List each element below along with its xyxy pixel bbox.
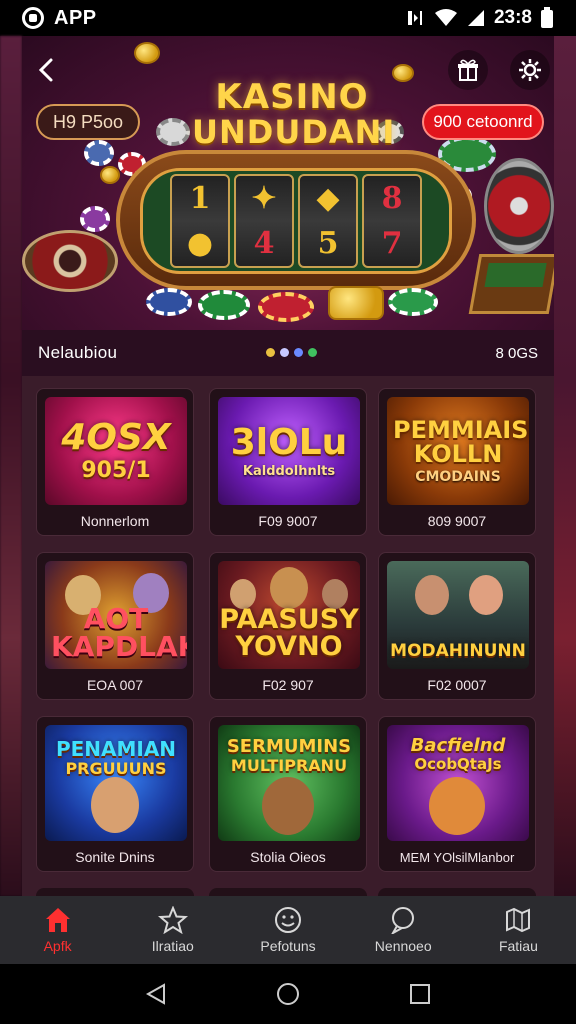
game-name: F02 907 [262,677,314,693]
game-thumbnail: 4OSX 905/1 [45,397,187,505]
nav-item-messages[interactable]: Nennoeo [346,896,461,964]
status-bar: APP 23:8 [0,0,576,36]
game-card[interactable]: PENAMIAN PRGUUUNS Sonite Dnins [36,716,194,872]
character-image [415,575,449,615]
nfc-icon [407,11,422,25]
character-image [429,777,485,835]
game-name: 809 9007 [427,513,487,529]
chip-decoration [84,140,114,166]
chip-decoration [156,118,190,146]
chip-decoration [80,206,110,232]
banner-title: KASINO UNDUDANI [192,77,396,151]
nav-item-featured[interactable]: Ilratiao [115,896,230,964]
app-logo-icon [22,7,44,29]
smile-icon [275,907,301,933]
game-thumbnail: PENAMIAN PRGUUUNS [45,725,187,841]
chip-decoration [388,288,438,316]
app-screen: APP 23:8 KASINO UNDUDANI H9 P5oo 900 cet… [0,0,576,1024]
game-card[interactable]: SERMUMINS MULTIPRANU Stolia Oieos [209,716,367,872]
game-table-image [468,254,554,314]
character-image [262,777,314,835]
games-grid: 4OSX 905/1 Nonnerlom 3lOLu Kalddolhnlts … [22,376,554,898]
back-button[interactable] [26,50,66,90]
chip-decoration [258,292,314,322]
signal-icon [467,10,484,26]
gear-icon [519,59,541,81]
battery-icon [541,7,553,28]
game-name: Stolia Oieos [250,849,326,865]
nav-item-explore[interactable]: Fatiau [461,896,576,964]
character-image [469,575,503,615]
game-card[interactable]: PEMMIAISN KOLLN CMODAINS 809 9007 [378,388,536,536]
slot-reel: 1 ● [170,174,230,268]
hero-banner: KASINO UNDUDANI H9 P5oo 900 cetoonrd 1 ● … [22,36,554,376]
chip-decoration [146,288,192,316]
wifi-icon [434,9,457,26]
roulette-wheel-image [22,230,118,292]
roulette-wheel-image [484,158,554,254]
game-thumbnail: SERMUMINS MULTIPRANU [218,725,360,841]
game-name: Nonnerlom [80,513,150,529]
section-count: 8 0GS [495,344,538,362]
section-label: Nelaubiou [38,343,118,362]
slot-reel: 87 [362,174,422,268]
carousel-dot[interactable] [294,348,303,357]
slot-machine-image: 1 ● ✦ 4 ◆ 5 87 [116,150,476,290]
coin-decoration [392,64,414,82]
game-card[interactable]: AOT KAPDLAK EOA 007 [36,552,194,700]
nav-item-promotions[interactable]: Pefotuns [230,896,345,964]
game-card[interactable]: Bacfielnd OcobQtaJs MEM YOlsilMlanbor [378,716,536,872]
character-image [91,777,139,833]
recents-square-icon[interactable] [408,982,432,1006]
balance-pill[interactable]: H9 P5oo [36,104,140,140]
nav-item-home[interactable]: Apfk [0,896,115,964]
settings-button[interactable] [510,50,550,90]
game-name: Sonite Dnins [75,849,155,865]
game-thumbnail: AOT KAPDLAK [45,561,187,669]
character-image [270,567,308,609]
game-card[interactable]: 4OSX 905/1 Nonnerlom [36,388,194,536]
chat-icon [391,907,415,934]
carousel-dot[interactable] [280,348,289,357]
home-icon [45,908,70,932]
chip-decoration [198,290,250,320]
game-name: MEM YOlsilMlanbor [399,850,515,865]
slot-reel: ◆ 5 [298,174,358,268]
game-name: F09 9007 [258,513,318,529]
star-icon [157,906,188,934]
background-right-edge [554,36,576,896]
game-card[interactable]: MODAHINUNN F02 0007 [378,552,536,700]
slot-reel: ✦ 4 [234,174,294,268]
home-circle-icon[interactable] [275,981,301,1007]
bonus-pill[interactable]: 900 cetoonrd [422,104,544,140]
section-header: Nelaubiou 8 0GS [22,330,554,376]
game-name: EOA 007 [86,677,144,693]
background-left-edge [0,36,22,896]
game-thumbnail: MODAHINUNN [387,561,529,669]
map-icon [506,907,531,933]
game-card[interactable]: 3lOLu Kalddolhnlts F09 9007 [209,388,367,536]
status-time: 23:8 [493,7,532,28]
carousel-dot[interactable] [308,348,317,357]
bottom-nav: Apfk Ilratiao Pefotuns Nennoeo Fatiau [0,896,576,964]
game-thumbnail: PAASUSY YOVNO [218,561,360,669]
game-thumbnail: 3lOLu Kalddolhnlts [218,397,360,505]
game-card[interactable]: PAASUSY YOVNO F02 907 [209,552,367,700]
gift-icon [458,59,478,81]
carousel-dot[interactable] [266,348,275,357]
coin-tray-decoration [328,286,384,320]
game-thumbnail: PEMMIAISN KOLLN CMODAINS [387,397,529,505]
back-triangle-icon[interactable] [144,982,168,1006]
carousel-dots [266,348,317,357]
chevron-left-icon [38,58,53,82]
coin-decoration [134,42,160,64]
game-thumbnail: Bacfielnd OcobQtaJs [387,725,529,841]
system-nav-bar [0,964,576,1024]
game-name: F02 0007 [427,677,487,693]
coin-decoration [100,166,120,184]
gift-button[interactable] [448,50,488,90]
slot-reels: 1 ● ✦ 4 ◆ 5 87 [140,168,452,274]
status-app-name: APP [54,6,97,29]
